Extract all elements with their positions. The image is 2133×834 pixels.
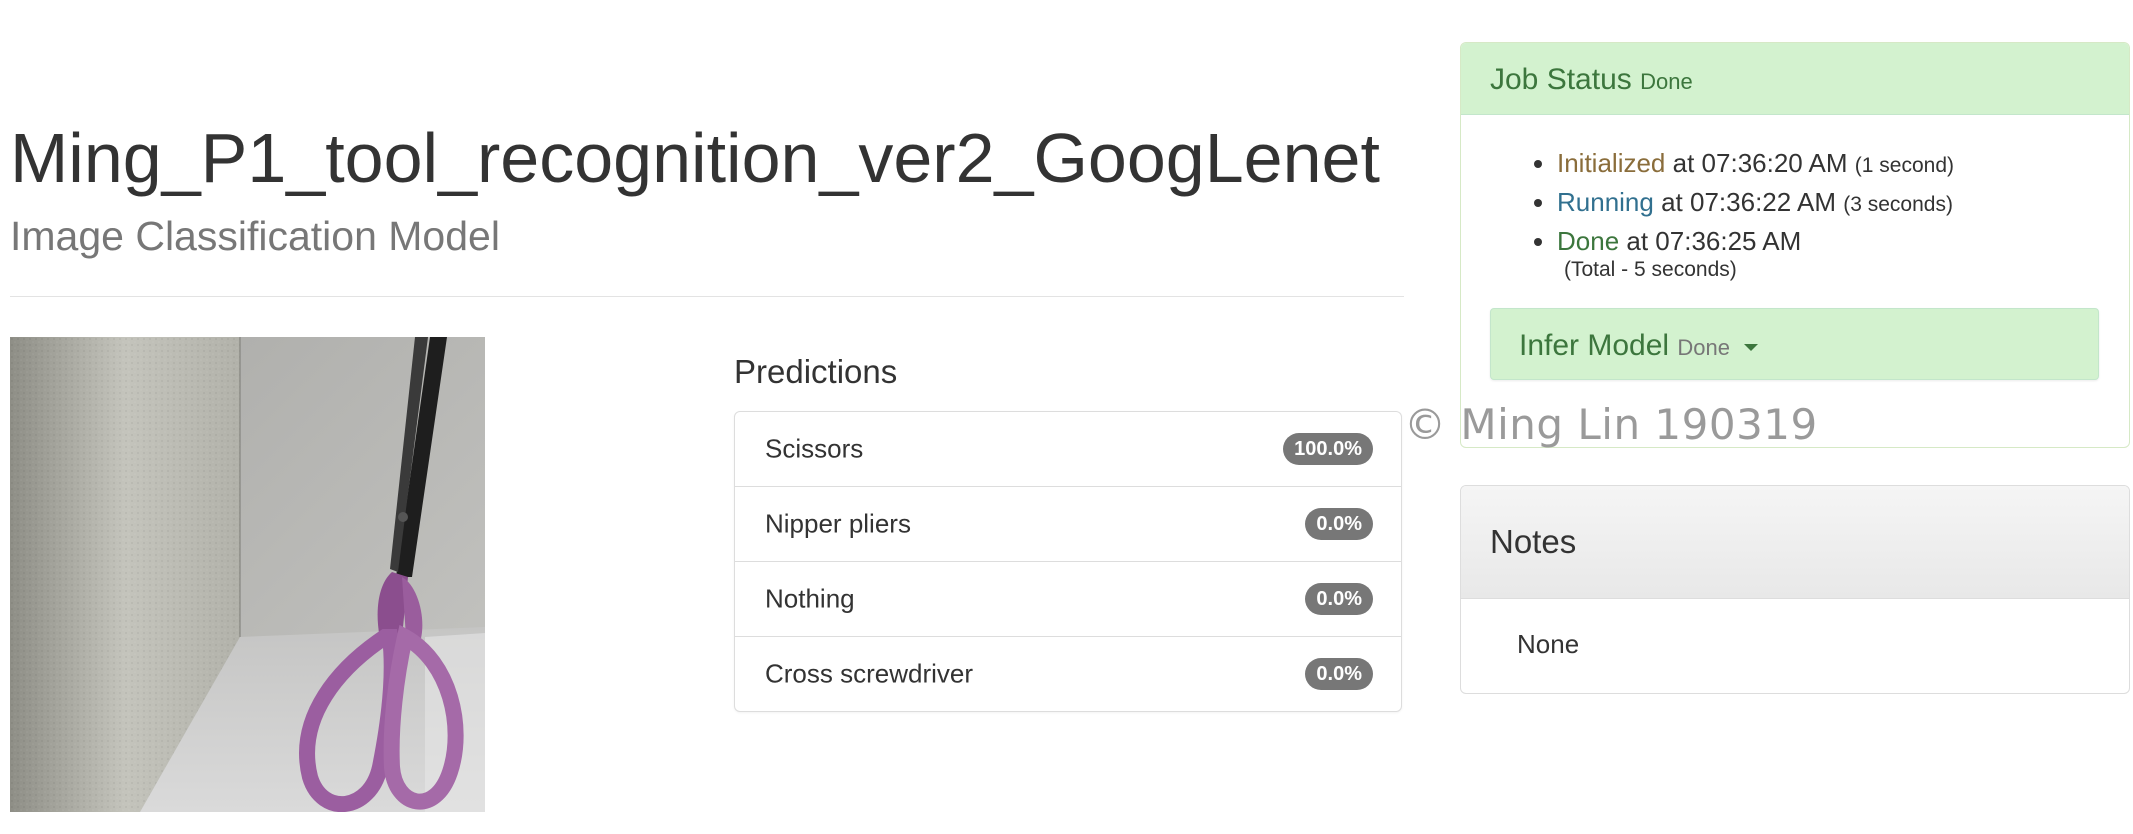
prediction-label: Nipper pliers [765, 508, 911, 539]
job-status-heading: Job Status Done [1461, 43, 2129, 115]
notes-body: None [1517, 629, 1580, 659]
prediction-confidence-badge: 0.0% [1305, 508, 1373, 540]
notes-panel: Notes None [1460, 485, 2130, 694]
page-title: Ming_P1_tool_recognition_ver2_GoogLenet [10, 119, 1380, 197]
status-step-name: Done [1557, 226, 1620, 256]
status-step-time: at 07:36:22 AM [1661, 187, 1836, 217]
status-step: Initialized at 07:36:20 AM (1 second) [1557, 145, 1954, 184]
status-step-duration: (1 second) [1854, 154, 1954, 177]
status-step: Done at 07:36:25 AM [1557, 223, 1954, 259]
infer-model-title: Infer Model Done [1519, 329, 1759, 365]
watermark: © Ming Lin 190319 [1404, 400, 1818, 449]
page-subtitle: Image Classification Model [10, 213, 500, 259]
job-status-steps: Initialized at 07:36:20 AM (1 second) Ru… [1523, 145, 1954, 259]
status-step-time: at 07:36:20 AM [1672, 148, 1848, 178]
predictions-list: Scissors 100.0% Nipper pliers 0.0% Nothi… [734, 411, 1402, 712]
job-status-state: Done [1640, 69, 1693, 94]
status-step-duration: (3 seconds) [1843, 193, 1953, 216]
predictions-title: Predictions [734, 353, 898, 390]
status-step: Running at 07:36:22 AM (3 seconds) [1557, 184, 1954, 223]
infer-model-label: Infer Model [1519, 329, 1670, 362]
prediction-label: Scissors [765, 433, 864, 464]
status-step-time: at 07:36:25 AM [1626, 226, 1802, 256]
input-image [10, 337, 485, 812]
notes-heading: Notes [1461, 486, 2129, 599]
job-status-label: Job Status [1490, 63, 1632, 96]
header-divider [10, 296, 1404, 297]
prediction-confidence-badge: 0.0% [1305, 583, 1373, 615]
prediction-row: Nipper pliers 0.0% [735, 486, 1401, 561]
prediction-label: Cross screwdriver [765, 658, 974, 689]
infer-model-state: Done [1677, 335, 1731, 360]
prediction-row: Cross screwdriver 0.0% [735, 636, 1401, 711]
job-total-duration: (Total - 5 seconds) [1564, 258, 1737, 281]
status-step-name: Running [1557, 187, 1654, 217]
prediction-row: Scissors 100.0% [735, 412, 1401, 486]
job-status-panel: Job Status Done Initialized at 07:36:20 … [1460, 42, 2130, 448]
prediction-label: Nothing [765, 583, 855, 614]
status-step-name: Initialized [1557, 148, 1666, 178]
prediction-confidence-badge: 100.0% [1283, 433, 1373, 465]
job-status-title: Job Status Done [1490, 63, 1693, 99]
caret-down-icon [1744, 343, 1759, 351]
prediction-row: Nothing 0.0% [735, 561, 1401, 636]
prediction-confidence-badge: 0.0% [1305, 658, 1373, 690]
notes-title: Notes [1490, 523, 1577, 560]
infer-model-toggle[interactable]: Infer Model Done [1490, 308, 2099, 380]
